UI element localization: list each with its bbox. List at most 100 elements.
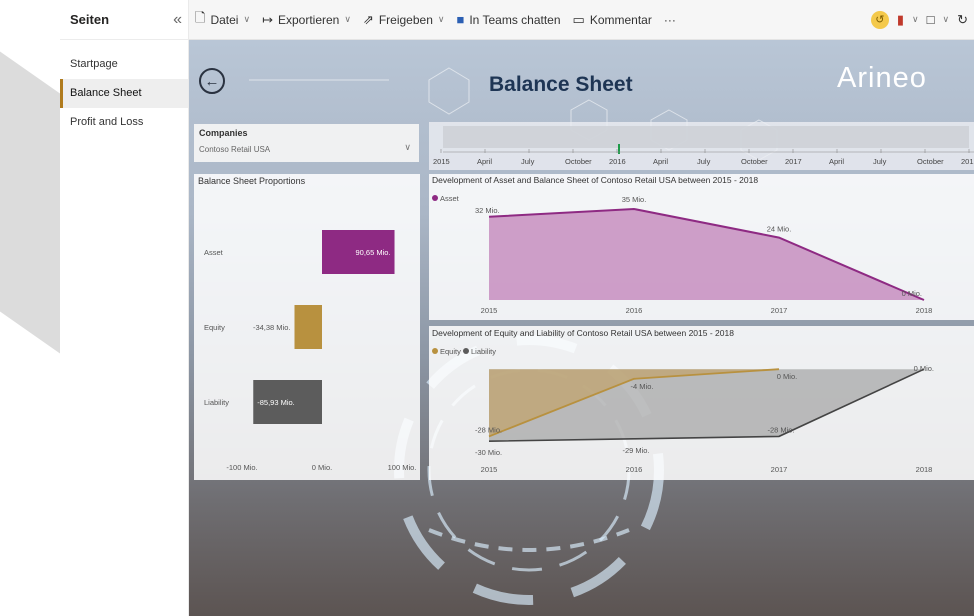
chevron-down-icon: ∨: [344, 14, 351, 24]
share-icon: ⇗: [362, 11, 374, 27]
chevron-down-icon[interactable]: ∨: [943, 14, 950, 25]
equity-svg: Development of Equity and Liability of C…: [432, 328, 934, 474]
page-item[interactable]: Profit and Loss: [60, 108, 188, 137]
report-toolbar: 🗋 Datei ∨ ↦ Exportieren ∨ ⇗ Freigeben ∨ …: [189, 0, 974, 40]
slicer-title: Companies: [199, 128, 248, 138]
timeline-track[interactable]: [443, 126, 969, 148]
x-tick-label: 2017: [771, 465, 788, 474]
comment-button[interactable]: ▭ Kommentar: [567, 0, 658, 39]
export-label: Exportieren: [277, 12, 340, 27]
x-tick-label: 2015: [481, 306, 498, 315]
toolbar-right: ↺ ▮ ∨ □ ∨ ↻: [870, 10, 974, 29]
chart-title: Development of Equity and Liability of C…: [432, 328, 734, 338]
legend-label: Equity: [440, 347, 461, 356]
legend-label: Liability: [471, 347, 496, 356]
bar-equity[interactable]: [294, 305, 322, 349]
pages-pane: Seiten « Startpage Balance Sheet Profit an…: [60, 0, 189, 616]
file-label: Datei: [210, 12, 239, 27]
x-tick-label: 2018: [916, 465, 933, 474]
chart-title: Balance Sheet Proportions: [198, 176, 306, 186]
data-label: 24 Mio.: [767, 225, 792, 234]
timeline-tick-label: April: [829, 157, 844, 166]
x-tick-label: 100 Mio.: [388, 463, 417, 472]
more-options-button[interactable]: ···: [658, 0, 682, 39]
slicer-value: Contoso Retail USA: [199, 145, 271, 154]
timeline-tick-label: October: [917, 157, 944, 166]
timeline-slicer[interactable]: 2015 April July October 2016 April July October…: [429, 122, 974, 170]
timeline-tick-label: April: [653, 157, 668, 166]
file-icon: 🗋: [195, 9, 206, 25]
timeline-tick-label: 2017: [785, 157, 802, 166]
export-menu[interactable]: ↦ Exportieren ∨: [256, 0, 357, 39]
arrow-left-icon: ←: [204, 72, 220, 90]
data-label: -28 Mio.: [475, 425, 502, 434]
timeline-tick-label: October: [565, 157, 592, 166]
x-tick-label: 2016: [626, 306, 643, 315]
timeline-tick-label: July: [521, 157, 535, 166]
chart-title: Development of Asset and Balance Sheet o…: [432, 175, 758, 185]
category-label: Equity: [204, 323, 225, 332]
data-label: 0 Mio.: [902, 289, 922, 298]
collapse-chevrons-icon[interactable]: «: [173, 11, 182, 29]
pages-header: Seiten «: [60, 0, 188, 40]
refresh-icon[interactable]: ↻: [957, 12, 968, 28]
legend-swatch: [432, 195, 438, 201]
comment-icon: ▭: [572, 11, 585, 27]
timeline-tick-label: 2016: [609, 157, 626, 166]
x-tick-label: 2016: [626, 465, 643, 474]
timeline-tick-label: 201: [961, 157, 974, 166]
reset-icon[interactable]: ↺: [870, 10, 889, 29]
pages-list: Startpage Balance Sheet Profit and Loss: [60, 40, 188, 137]
chevron-down-icon: ∨: [404, 142, 411, 152]
chevron-down-icon: ∨: [437, 14, 445, 24]
timeline-tick-label: 2015: [433, 157, 450, 166]
back-button[interactable]: ←: [199, 68, 225, 94]
proportions-svg: Balance Sheet Proportions Asset 90,65 Mio…: [198, 176, 417, 472]
share-label: Freigeben: [378, 12, 433, 27]
view-icon[interactable]: □: [927, 12, 935, 27]
arineo-logo: Arineo: [837, 62, 927, 94]
x-tick-label: 2018: [916, 306, 933, 315]
x-tick-label: 2015: [481, 465, 498, 474]
pages-title: Seiten: [70, 12, 110, 27]
asset-development-chart: Development of Asset and Balance Sheet o…: [429, 174, 974, 320]
data-label: 90,65 Mio.: [355, 248, 390, 257]
legend-swatch: [432, 348, 438, 354]
report-canvas: ← Balance Sheet Arineo Companies Contoso…: [189, 40, 974, 616]
data-label: 0 Mio.: [914, 364, 934, 373]
category-label: Liability: [204, 398, 229, 407]
timeline-tick-label: July: [697, 157, 711, 166]
x-tick-label: -100 Mio.: [226, 463, 257, 472]
x-tick-label: 2017: [771, 306, 788, 315]
timeline-tick-label: July: [873, 157, 887, 166]
share-menu[interactable]: ⇗ Freigeben ∨: [357, 0, 451, 39]
balance-proportions-chart: Balance Sheet Proportions Asset 90,65 Mio…: [194, 174, 420, 480]
export-arrow-icon: ↦: [262, 11, 273, 27]
data-label: -85,93 Mio.: [257, 398, 295, 407]
report-title: Balance Sheet: [489, 73, 633, 96]
data-label: 35 Mio.: [622, 195, 647, 204]
page-item[interactable]: Balance Sheet: [60, 79, 188, 108]
data-label: -34,38 Mio.: [253, 323, 291, 332]
data-label: -30 Mio.: [475, 448, 502, 457]
x-tick-label: 0 Mio.: [312, 463, 332, 472]
bookmark-icon[interactable]: ▮: [897, 12, 904, 28]
file-menu[interactable]: 🗋 Datei ∨: [189, 0, 256, 39]
timeline-svg: 2015 April July October 2016 April July October…: [433, 126, 974, 166]
asset-svg: Development of Asset and Balance Sheet o…: [432, 175, 933, 315]
equity-liability-chart: Development of Equity and Liability of C…: [429, 326, 974, 480]
chevron-down-icon[interactable]: ∨: [912, 14, 919, 25]
data-label: 32 Mio.: [475, 206, 500, 215]
teams-icon: ■: [456, 12, 465, 27]
decorative-wedge: [0, 0, 60, 616]
data-label: -28 Mio.: [767, 425, 794, 434]
company-slicer[interactable]: Companies Contoso Retail USA ∨: [194, 124, 419, 162]
chevron-down-icon: ∨: [243, 14, 251, 24]
timeline-tick-label: October: [741, 157, 768, 166]
category-label: Asset: [204, 248, 224, 257]
teams-chat-button[interactable]: ■ In Teams chatten: [450, 0, 566, 39]
page-item[interactable]: Startpage: [60, 50, 188, 79]
teams-chat-label: In Teams chatten: [469, 12, 561, 27]
comment-label: Kommentar: [589, 12, 652, 27]
legend-swatch: [463, 348, 469, 354]
